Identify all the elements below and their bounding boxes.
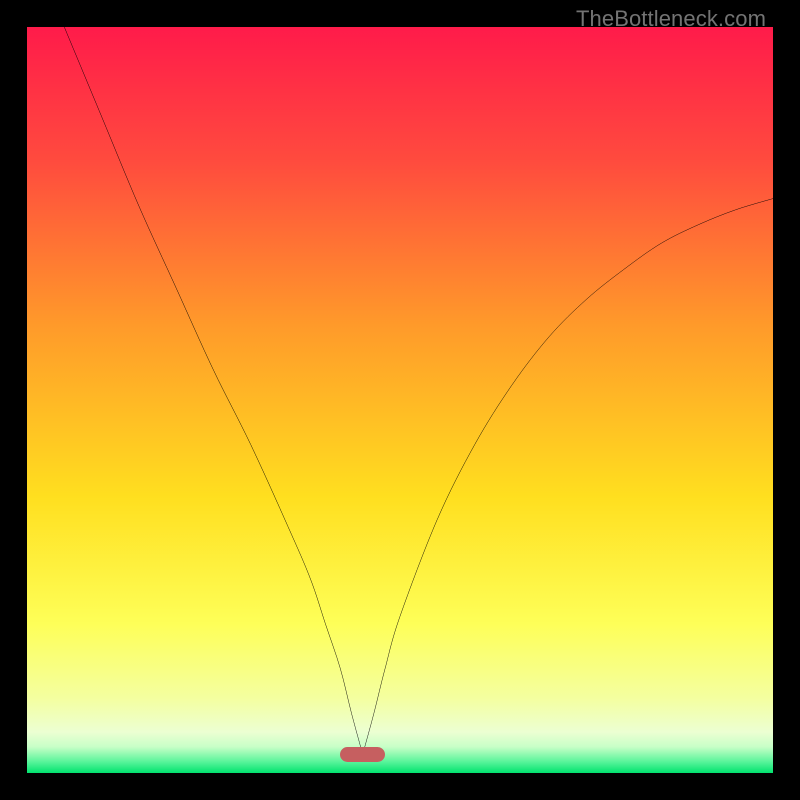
optimum-marker	[340, 747, 385, 762]
plot-area	[27, 27, 773, 773]
watermark: TheBottleneck.com	[576, 6, 766, 32]
bottleneck-curve	[27, 27, 773, 773]
frame: TheBottleneck.com	[0, 0, 800, 800]
